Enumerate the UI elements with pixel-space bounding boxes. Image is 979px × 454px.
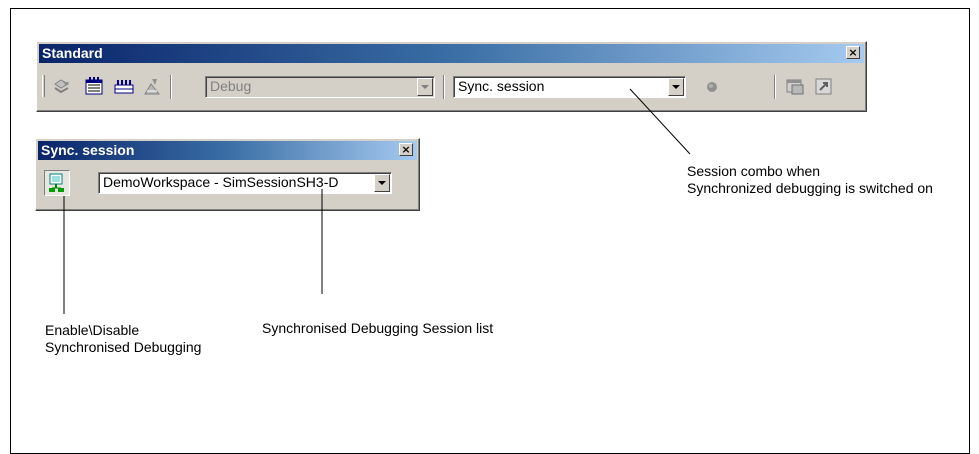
enable-annotation-line2: Synchronised Debugging bbox=[45, 339, 202, 355]
session-combo-callout-line bbox=[629, 88, 691, 155]
enable-annotation: Enable\Disable Synchronised Debugging bbox=[45, 322, 201, 356]
session-combo-annotation: Session combo when Synchronized debuggin… bbox=[687, 163, 933, 197]
enable-annotation-line1: Enable\Disable bbox=[45, 322, 140, 338]
session-list-annotation: Synchronised Debugging Session list bbox=[262, 320, 494, 336]
session-combo-annotation-line1: Session combo when bbox=[687, 163, 821, 179]
callout-lines bbox=[63, 88, 691, 314]
session-combo-annotation-line2: Synchronized debugging is switched on bbox=[687, 180, 933, 196]
